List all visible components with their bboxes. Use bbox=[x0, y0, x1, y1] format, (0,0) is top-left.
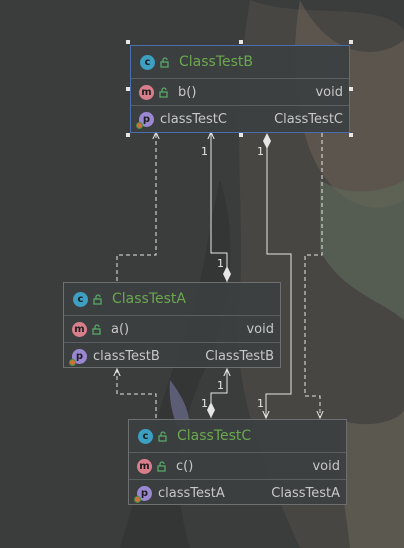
method-return-type: void bbox=[315, 84, 343, 100]
selection-handle[interactable] bbox=[126, 40, 130, 44]
method-name: c() bbox=[176, 458, 194, 474]
edge-c-to-a-dependency bbox=[117, 369, 157, 418]
class-name: ClassTestA bbox=[112, 291, 186, 307]
property-name: classTestC bbox=[160, 111, 227, 127]
unlocked-icon bbox=[92, 323, 101, 335]
multiplicity-label: 1 bbox=[257, 145, 264, 158]
class-header[interactable]: c ClassTestB bbox=[131, 46, 349, 79]
method-row[interactable]: m a() void bbox=[64, 316, 280, 343]
property-type: ClassTestC bbox=[274, 111, 343, 127]
edge-a-to-b-dependency bbox=[116, 132, 156, 281]
composition-diamond-a bbox=[223, 266, 231, 282]
unlocked-icon bbox=[93, 293, 102, 305]
selection-handle[interactable] bbox=[239, 133, 243, 137]
method-icon: m bbox=[139, 84, 154, 100]
class-header[interactable]: c ClassTestA bbox=[64, 283, 280, 316]
class-node-classtesta[interactable]: c ClassTestA m a() void p classTestB Cla… bbox=[63, 282, 281, 368]
method-icon: m bbox=[72, 321, 87, 337]
method-name: a() bbox=[111, 321, 130, 337]
selection-handle[interactable] bbox=[239, 40, 243, 44]
class-node-classtestc[interactable]: c ClassTestC m c() void p classTestA Cla… bbox=[128, 419, 347, 505]
unlocked-icon bbox=[158, 430, 167, 442]
class-icon: c bbox=[73, 291, 88, 307]
class-name: ClassTestC bbox=[177, 428, 252, 444]
property-name: classTestA bbox=[158, 485, 225, 501]
selection-handle[interactable] bbox=[349, 87, 353, 91]
property-icon: p bbox=[134, 485, 152, 503]
composition-diamond-c bbox=[207, 402, 215, 418]
method-name: b() bbox=[178, 84, 197, 100]
unlocked-icon bbox=[160, 56, 169, 68]
property-row[interactable]: p classTestA ClassTestA bbox=[129, 480, 346, 506]
class-header[interactable]: c ClassTestC bbox=[129, 420, 346, 453]
property-row[interactable]: p classTestB ClassTestB bbox=[64, 343, 280, 369]
class-node-classtestb[interactable]: c ClassTestB m b() void p classTestC Cla… bbox=[130, 45, 350, 133]
class-icon: c bbox=[140, 54, 155, 70]
multiplicity-label: 1 bbox=[257, 397, 264, 410]
property-row[interactable]: p classTestC ClassTestC bbox=[131, 106, 349, 132]
property-type: ClassTestA bbox=[271, 485, 340, 501]
composition-diamond-b bbox=[263, 133, 271, 149]
multiplicity-label: 1 bbox=[201, 397, 208, 410]
multiplicity-label: 1 bbox=[201, 145, 208, 158]
method-icon: m bbox=[137, 458, 152, 474]
selection-handle[interactable] bbox=[126, 133, 130, 137]
selection-handle[interactable] bbox=[349, 133, 353, 137]
selection-handle[interactable] bbox=[126, 87, 130, 91]
method-row[interactable]: m b() void bbox=[131, 79, 349, 106]
property-name: classTestB bbox=[93, 348, 160, 364]
unlocked-icon bbox=[157, 460, 166, 472]
method-return-type: void bbox=[246, 321, 274, 337]
property-icon: p bbox=[69, 348, 87, 366]
class-name: ClassTestB bbox=[179, 54, 254, 70]
selection-handle[interactable] bbox=[349, 40, 353, 44]
method-row[interactable]: m c() void bbox=[129, 453, 346, 480]
property-icon: p bbox=[136, 111, 154, 129]
edge-b-to-c-dependency bbox=[304, 133, 322, 418]
multiplicity-label: 1 bbox=[217, 257, 224, 270]
property-type: ClassTestB bbox=[205, 348, 274, 364]
multiplicity-label: 1 bbox=[217, 379, 224, 392]
class-icon: c bbox=[138, 428, 153, 444]
method-return-type: void bbox=[312, 458, 340, 474]
edge-b-to-c-composition bbox=[266, 137, 292, 418]
unlocked-icon bbox=[159, 86, 168, 98]
